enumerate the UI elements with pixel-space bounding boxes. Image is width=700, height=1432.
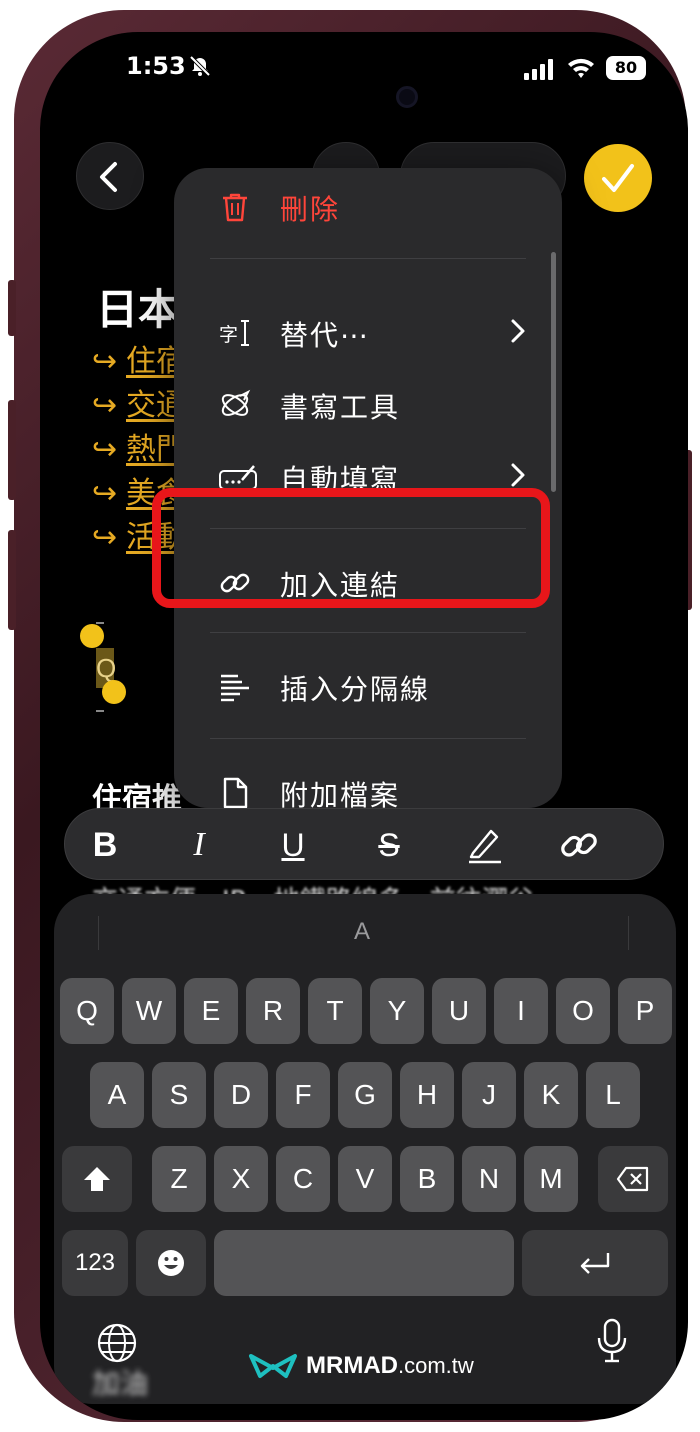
key-g[interactable]: G [338,1062,392,1128]
key-u[interactable]: U [432,978,486,1044]
blurred-note-text: 加油 [92,1367,149,1400]
done-button[interactable] [584,144,652,212]
action-button [8,280,16,336]
shift-arrow-icon [84,1167,110,1191]
key-b[interactable]: B [400,1146,454,1212]
key-s[interactable]: S [152,1062,206,1128]
status-time: 1:53 [126,52,186,80]
delete-backward-icon [616,1166,649,1192]
key-t[interactable]: T [308,978,362,1044]
space-key[interactable] [214,1230,514,1296]
return-icon [580,1253,610,1274]
divider-icon [221,674,249,702]
bold-button[interactable]: B [77,817,133,873]
toc-link[interactable]: ↪ 交通 [92,388,186,424]
menu-item-replace[interactable]: 字 替代⋯ [174,302,562,362]
divider-mark [96,622,104,624]
emoji-icon [158,1250,184,1276]
globe-icon[interactable] [96,1322,138,1364]
emoji-key[interactable] [136,1230,206,1296]
key-n[interactable]: N [462,1146,516,1212]
mrmad-logo [249,1354,297,1378]
selection-start-handle[interactable] [80,624,104,648]
key-c[interactable]: C [276,1146,330,1212]
underline-button[interactable]: U [265,817,321,873]
selection-end-handle[interactable] [102,680,126,704]
battery-indicator: 80 [606,56,646,80]
highlighter-icon [469,829,501,864]
checkmark-icon [602,164,634,192]
wifi-icon [568,58,594,78]
menu-separator [210,738,526,739]
key-i[interactable]: I [494,978,548,1044]
volume-up-button [8,400,16,500]
backspace-key[interactable] [598,1146,668,1212]
file-icon [223,777,248,808]
suggestion-text[interactable]: A [354,918,370,946]
suggestion-divider [628,916,629,950]
highlight-button[interactable] [457,817,513,873]
toc-link[interactable]: ↪ 熱門 [92,432,186,468]
replace-text-icon: 字 [219,320,249,346]
key-x[interactable]: X [214,1146,268,1212]
key-d[interactable]: D [214,1062,268,1128]
key-y[interactable]: Y [370,978,424,1044]
numbers-key[interactable]: 123 [62,1230,128,1296]
key-h[interactable]: H [400,1062,454,1128]
shift-key[interactable] [62,1146,132,1212]
writing-tools-icon [221,389,251,416]
key-k[interactable]: K [524,1062,578,1128]
divider-mark [96,710,104,712]
return-key[interactable] [522,1230,668,1296]
key-v[interactable]: V [338,1146,392,1212]
note-title: 日本 [96,286,181,333]
svg-text:字: 字 [219,324,238,346]
menu-item-delete[interactable]: 刪除 [174,176,562,236]
key-l[interactable]: L [586,1062,640,1128]
watermark: MRMAD.com.tw [248,1352,474,1382]
chevron-right-icon [511,463,525,487]
highlight-annotation [152,488,550,608]
key-r[interactable]: R [246,978,300,1044]
key-a[interactable]: A [90,1062,144,1128]
trash-icon [223,193,247,222]
key-p[interactable]: P [618,978,672,1044]
key-o[interactable]: O [556,978,610,1044]
microphone-icon[interactable] [596,1318,628,1364]
menu-item-attach-file[interactable]: 附加檔案 [174,762,562,808]
format-toolbar: B I U S [64,808,664,880]
volume-down-button [8,530,16,630]
front-camera [396,86,418,108]
bell-off-icon [189,55,211,77]
chevron-right-icon [511,319,525,343]
key-j[interactable]: J [462,1062,516,1128]
chevron-left-icon [100,162,117,192]
menu-separator [210,632,526,633]
suggestion-divider [98,916,99,950]
key-q[interactable]: Q [60,978,114,1044]
back-button[interactable] [76,142,144,210]
key-z[interactable]: Z [152,1146,206,1212]
key-w[interactable]: W [122,978,176,1044]
key-m[interactable]: M [524,1146,578,1212]
menu-item-writing-tools[interactable]: 書寫工具 [174,374,562,434]
link-icon [561,833,597,857]
insert-link-button[interactable] [551,817,607,873]
screen: 1:53 80 日本 ↪ 住宿 ↪ 交通 ↪ 熱門 ↪ 美食 ↪ 活動 Q 住宿… [40,32,688,1420]
italic-button[interactable]: I [171,817,227,873]
menu-separator [210,258,526,259]
phone-frame: 1:53 80 日本 ↪ 住宿 ↪ 交通 ↪ 熱門 ↪ 美食 ↪ 活動 Q 住宿… [8,10,692,1422]
menu-item-insert-divider[interactable]: 插入分隔線 [174,656,562,716]
strikethrough-button[interactable]: S [361,817,417,873]
key-e[interactable]: E [184,978,238,1044]
key-f[interactable]: F [276,1062,330,1128]
toc-link[interactable]: ↪ 住宿 [92,344,186,380]
cellular-signal-icon [524,59,553,80]
